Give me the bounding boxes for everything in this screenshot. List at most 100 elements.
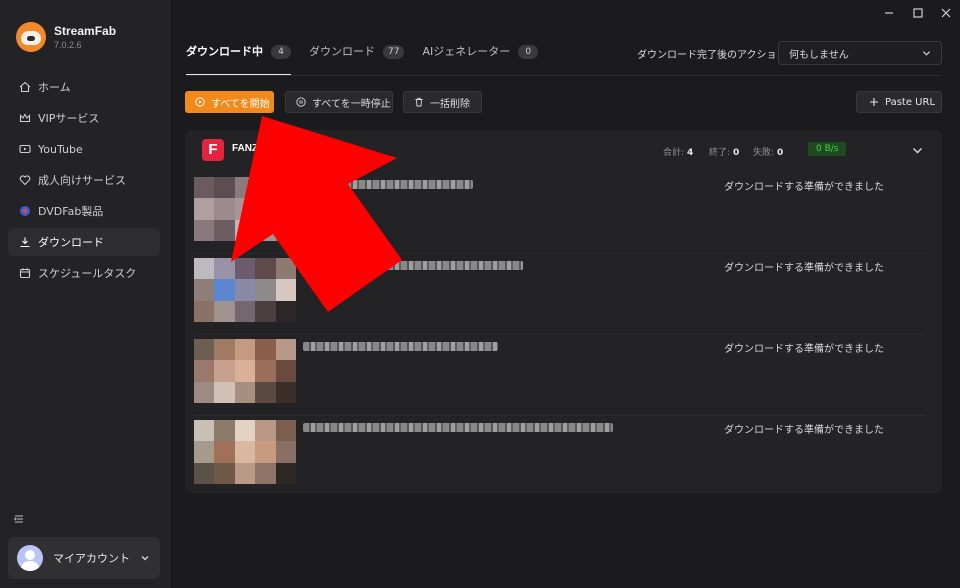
- thumbnail-pixel: [255, 219, 276, 241]
- thumbnail-pixel: [234, 279, 256, 301]
- video-thumbnail: [194, 420, 296, 484]
- tab-downloading[interactable]: ダウンロード中 4: [186, 40, 291, 76]
- download-row[interactable]: ダウンロードする準備ができました: [193, 335, 926, 416]
- thumbnail-pixel: [194, 381, 215, 403]
- tab-count-badge: 77: [383, 45, 405, 59]
- thumbnail-pixel: [194, 441, 215, 463]
- app-version: 7.0.2.6: [54, 40, 82, 50]
- account-label: マイアカウント: [53, 552, 130, 565]
- thumbnail-pixel: [255, 462, 276, 484]
- thumbnail-pixel: [275, 279, 296, 301]
- thumbnail-pixel: [275, 219, 296, 241]
- account-button[interactable]: マイアカウント: [8, 537, 160, 579]
- video-thumbnail: [194, 258, 296, 322]
- speed-badge: 0 B/s: [808, 142, 847, 156]
- download-row[interactable]: ダウンロードする準備ができました: [193, 416, 926, 497]
- thumbnail-pixel: [194, 360, 215, 382]
- dvdfab-icon: [18, 204, 32, 218]
- brand: StreamFab 7.0.2.6: [16, 22, 116, 52]
- paste-url-label: Paste URL: [885, 96, 936, 108]
- sidebar-item-dvdfab[interactable]: DVDFab製品: [8, 197, 160, 225]
- sidebar-item-youtube[interactable]: YouTube: [8, 135, 160, 163]
- download-row[interactable]: ダウンロードする準備ができました: [193, 173, 926, 254]
- thumbnail-pixel: [194, 462, 215, 484]
- sidebar-item-label: ホーム: [38, 81, 71, 94]
- sidebar-item-vip[interactable]: VIPサービス: [8, 104, 160, 132]
- thumbnail-pixel: [255, 441, 276, 463]
- thumbnail-pixel: [234, 177, 256, 199]
- thumbnail-pixel: [275, 300, 296, 322]
- close-button[interactable]: [939, 6, 953, 20]
- pause-all-button[interactable]: すべてを一時停止: [285, 91, 393, 113]
- delete-all-button[interactable]: 一括削除: [403, 91, 482, 113]
- start-all-button[interactable]: すべてを開始: [185, 91, 274, 113]
- thumbnail-pixel: [255, 300, 276, 322]
- blurred-title: [303, 180, 473, 189]
- maximize-button[interactable]: [911, 6, 925, 20]
- thumbnail-pixel: [214, 279, 235, 301]
- tab-label: ダウンロード中: [186, 45, 263, 58]
- stat-total: 合計: 4: [663, 148, 694, 158]
- sidebar-item-adult[interactable]: 成人向けサービス: [8, 166, 160, 194]
- after-action-label: ダウンロード完了後のアクション：: [637, 50, 797, 61]
- video-thumbnail: [194, 339, 296, 403]
- thumbnail-pixel: [194, 339, 215, 361]
- thumbnail-pixel: [194, 420, 215, 442]
- thumbnail-pixel: [234, 360, 256, 382]
- thumbnail-pixel: [234, 441, 256, 463]
- download-tabs: ダウンロード中 4 ダウンロード 77 AIジェネレーター 0: [186, 40, 556, 76]
- thumbnail-pixel: [214, 441, 235, 463]
- sidebar-item-schedule[interactable]: スケジュールタスク: [8, 259, 160, 287]
- tab-downloaded[interactable]: ダウンロード 77: [309, 40, 405, 76]
- thumbnail-pixel: [214, 462, 235, 484]
- paste-url-button[interactable]: Paste URL: [856, 91, 942, 113]
- thumbnail-pixel: [255, 339, 276, 361]
- sidebar-item-label: DVDFab製品: [38, 205, 104, 218]
- tabs-divider: [186, 75, 942, 76]
- blurred-title: [303, 342, 498, 351]
- thumbnail-pixel: [194, 198, 215, 220]
- blurred-title: [303, 261, 523, 270]
- app-name: StreamFab: [54, 24, 117, 38]
- sidebar-nav: ホーム VIPサービス YouTube 成人向けサービス DVDFab製品 ダウ…: [8, 73, 160, 290]
- avatar: [17, 545, 43, 571]
- sidebar-item-label: ダウンロード: [38, 236, 104, 249]
- thumbnail-pixel: [214, 339, 235, 361]
- thumbnail-pixel: [214, 300, 235, 322]
- minimize-button[interactable]: [882, 6, 896, 20]
- group-header[interactable]: F FANZ 合計: 4 終了: 0 失敗: 0 0 B/s: [185, 130, 942, 170]
- video-thumbnail: [194, 177, 296, 241]
- collapse-sidebar-icon[interactable]: [13, 513, 25, 525]
- thumbnail-pixel: [194, 279, 215, 301]
- after-action-select[interactable]: 何もしません: [778, 41, 942, 65]
- tab-ai-generator[interactable]: AIジェネレーター 0: [422, 40, 539, 76]
- pause-circle-icon: [296, 97, 306, 107]
- home-icon: [18, 80, 32, 94]
- thumbnail-pixel: [234, 462, 256, 484]
- tab-count-badge: 4: [271, 45, 291, 59]
- calendar-icon: [18, 266, 32, 280]
- thumbnail-pixel: [234, 339, 256, 361]
- heart-icon: [18, 173, 32, 187]
- thumbnail-pixel: [214, 360, 235, 382]
- row-status: ダウンロードする準備ができました: [724, 344, 884, 355]
- thumbnail-pixel: [275, 462, 296, 484]
- delete-all-label: 一括削除: [430, 98, 470, 110]
- sidebar-item-home[interactable]: ホーム: [8, 73, 160, 101]
- thumbnail-pixel: [214, 381, 235, 403]
- thumbnail-pixel: [275, 177, 296, 199]
- download-row[interactable]: ダウンロードする準備ができました: [193, 254, 926, 335]
- thumbnail-pixel: [275, 420, 296, 442]
- sidebar-item-label: スケジュールタスク: [38, 267, 137, 280]
- crown-icon: [18, 111, 32, 125]
- tab-label: AIジェネレーター: [422, 45, 511, 58]
- thumbnail-pixel: [255, 420, 276, 442]
- youtube-icon: [18, 142, 32, 156]
- chevron-down-icon[interactable]: [912, 145, 923, 156]
- sidebar-item-download[interactable]: ダウンロード: [8, 228, 160, 256]
- thumbnail-pixel: [234, 258, 256, 280]
- pause-all-label: すべてを一時停止: [312, 98, 391, 110]
- thumbnail-pixel: [255, 360, 276, 382]
- thumbnail-pixel: [255, 258, 276, 280]
- streamfab-logo: [16, 22, 46, 52]
